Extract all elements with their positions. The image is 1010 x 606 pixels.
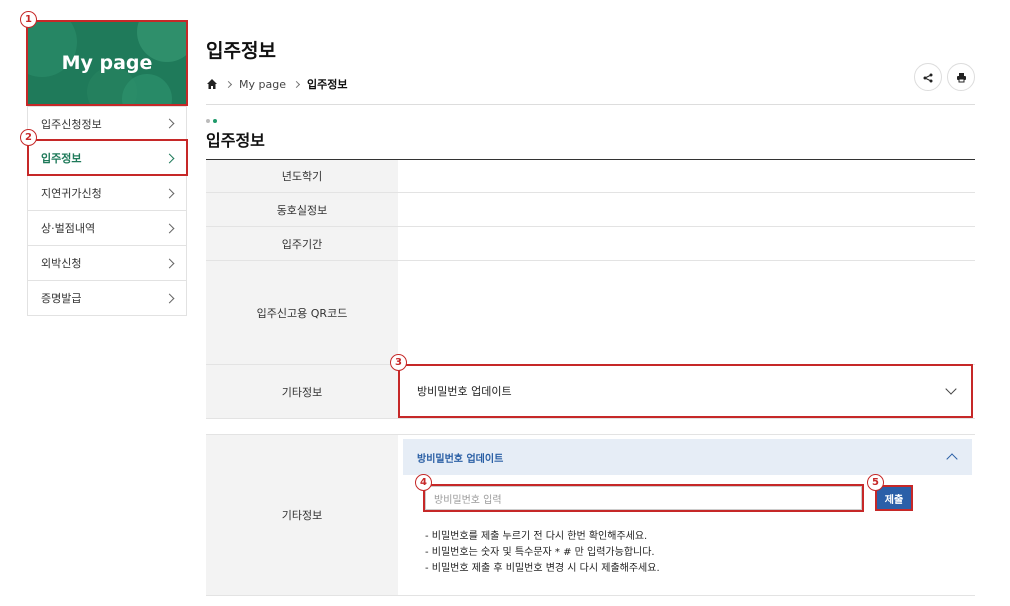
row-label: 입주기간	[206, 227, 398, 260]
sidebar-item-label: 증명발급	[41, 292, 82, 305]
table-row: 입주신고용 QR코드	[206, 261, 975, 365]
breadcrumb-current: 입주정보	[306, 78, 348, 91]
submit-button[interactable]: 제출	[877, 487, 911, 509]
chevron-right-icon	[164, 188, 175, 198]
chevron-down-icon	[945, 382, 957, 395]
chevron-right-icon	[164, 258, 175, 268]
section-title: 입주정보	[206, 131, 265, 150]
qr-code-area	[398, 261, 975, 364]
home-icon[interactable]	[206, 78, 218, 90]
note-line: - 비밀번호를 제출 누르기 전 다시 한번 확인해주세요.	[425, 531, 648, 542]
row-value	[398, 227, 975, 260]
annotation-marker-5: 5	[867, 474, 884, 491]
note-line: - 비밀번호 제출 후 비밀번호 변경 시 다시 제출해주세요.	[425, 563, 660, 574]
breadcrumb-separator	[292, 80, 301, 88]
sidebar-item-label: 입주신청정보	[41, 117, 102, 131]
header-divider	[206, 104, 975, 105]
chevron-right-icon	[164, 293, 175, 303]
mypage-banner: My page	[27, 22, 187, 104]
share-button[interactable]	[914, 63, 942, 91]
row-label: 입주신고용 QR코드	[206, 261, 398, 364]
chevron-right-icon	[164, 118, 175, 129]
sidebar-menu: 입주신청정보 입주정보 지연귀가신청 상·벌점내역 외박신청 증명발급	[27, 106, 187, 316]
breadcrumb: My page 입주정보	[206, 76, 347, 92]
sidebar-item-late-return[interactable]: 지연귀가신청	[27, 176, 187, 211]
banner-title: My page	[61, 52, 153, 74]
room-password-input[interactable]: 방비밀번호 입력	[425, 486, 862, 510]
breadcrumb-separator	[224, 80, 233, 88]
chevron-right-icon	[164, 223, 175, 233]
sidebar-item-application-info[interactable]: 입주신청정보	[27, 106, 187, 141]
table-row: 동호실정보	[206, 193, 975, 227]
row-label: 기타정보	[206, 365, 398, 418]
password-update-accordion-expanded[interactable]: 방비밀번호 업데이트	[403, 439, 972, 475]
chevron-up-icon	[946, 453, 958, 465]
annotation-marker-1: 1	[20, 11, 37, 28]
sidebar-item-overnight[interactable]: 외박신청	[27, 246, 187, 281]
section-dots-icon	[206, 119, 217, 123]
annotation-marker-3: 3	[390, 354, 407, 371]
share-icon	[923, 68, 933, 87]
accordion-label: 방비밀번호 업데이트	[417, 453, 504, 465]
row-label: 동호실정보	[206, 193, 398, 226]
print-button[interactable]	[947, 63, 975, 91]
sidebar-item-certificates[interactable]: 증명발급	[27, 281, 187, 316]
breadcrumb-mypage[interactable]: My page	[239, 78, 286, 91]
note-line: - 비밀번호는 숫자 및 특수문자 * # 만 입력가능합니다.	[425, 547, 655, 558]
sidebar-item-label: 상·벌점내역	[41, 222, 96, 235]
sidebar-item-merits-demerits[interactable]: 상·벌점내역	[27, 211, 187, 246]
password-update-accordion-collapsed[interactable]: 방비밀번호 업데이트	[403, 367, 970, 415]
row-label: 년도학기	[206, 160, 398, 192]
row-label: 기타정보	[206, 435, 398, 595]
annotation-marker-4: 4	[415, 474, 432, 491]
sidebar-item-label: 외박신청	[41, 257, 82, 270]
sidebar-item-label: 지연귀가신청	[41, 187, 102, 200]
table-row: 년도학기	[206, 160, 975, 193]
print-icon	[956, 68, 967, 87]
sidebar-item-label: 입주정보	[41, 152, 82, 165]
accordion-label: 방비밀번호 업데이트	[417, 385, 512, 398]
password-notes: - 비밀번호를 제출 누르기 전 다시 한번 확인해주세요. - 비밀번호는 숫…	[425, 529, 660, 577]
sidebar-item-residence-info[interactable]: 입주정보	[27, 141, 187, 176]
row-value	[398, 160, 975, 192]
page-title: 입주정보	[206, 40, 276, 62]
chevron-right-icon	[164, 153, 175, 163]
table-row: 입주기간	[206, 227, 975, 261]
annotation-marker-2: 2	[20, 129, 37, 146]
row-value	[398, 193, 975, 226]
